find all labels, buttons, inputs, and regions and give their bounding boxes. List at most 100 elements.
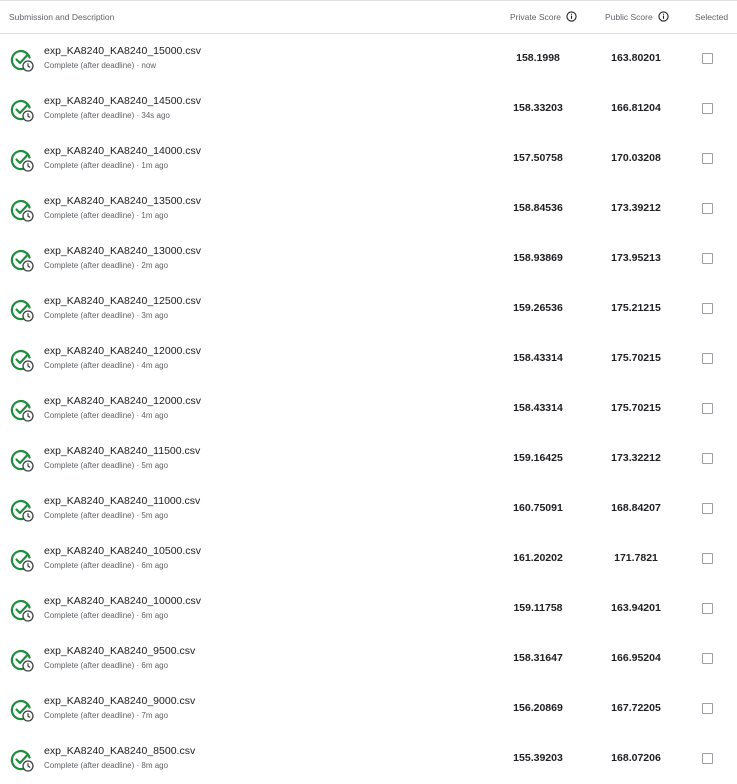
table-row[interactable]: exp_KA8240_KA8240_12000.csv Complete (aft… [0, 384, 737, 434]
selected-checkbox[interactable] [702, 653, 713, 664]
table-row[interactable]: exp_KA8240_KA8240_12000.csv Complete (aft… [0, 334, 737, 384]
submission-name[interactable]: exp_KA8240_KA8240_15000.csv [44, 45, 201, 57]
selected-checkbox[interactable] [702, 453, 713, 464]
private-score: 160.75091 [513, 502, 563, 514]
public-score: 167.72205 [611, 702, 661, 714]
check-circle-clock-icon [10, 49, 34, 72]
check-circle-clock-icon [10, 349, 34, 372]
check-circle-clock-icon [10, 399, 34, 422]
table-row[interactable]: exp_KA8240_KA8240_11500.csv Complete (aft… [0, 434, 737, 484]
private-score: 157.50758 [513, 152, 563, 164]
public-score: 168.07206 [611, 752, 661, 764]
submission-name[interactable]: exp_KA8240_KA8240_9000.csv [44, 695, 195, 707]
public-score: 173.32212 [611, 452, 661, 464]
submission-status: Complete (after deadline) · 1m ago [44, 161, 169, 170]
selected-checkbox[interactable] [702, 53, 713, 64]
submission-name[interactable]: exp_KA8240_KA8240_10500.csv [44, 545, 201, 557]
selected-checkbox[interactable] [702, 403, 713, 414]
public-score: 171.7821 [614, 552, 658, 564]
check-circle-clock-icon [10, 499, 34, 522]
public-score: 163.94201 [611, 602, 661, 614]
table-row[interactable]: exp_KA8240_KA8240_13500.csv Complete (aft… [0, 184, 737, 234]
submission-status: Complete (after deadline) · 2m ago [44, 261, 169, 270]
private-score: 159.11758 [513, 602, 563, 614]
selected-checkbox[interactable] [702, 153, 713, 164]
table-row[interactable]: exp_KA8240_KA8240_15000.csv Complete (aft… [0, 34, 737, 84]
submission-name[interactable]: exp_KA8240_KA8240_12000.csv [44, 395, 201, 407]
submission-status: Complete (after deadline) · 3m ago [44, 311, 169, 320]
private-score: 158.33203 [513, 102, 563, 114]
submission-name[interactable]: exp_KA8240_KA8240_8500.csv [44, 745, 195, 757]
private-score: 158.1998 [516, 52, 560, 64]
selected-checkbox[interactable] [702, 353, 713, 364]
info-icon[interactable] [658, 11, 669, 22]
private-score: 158.43314 [513, 352, 563, 364]
public-score: 173.39212 [611, 202, 661, 214]
selected-checkbox[interactable] [702, 303, 713, 314]
check-circle-clock-icon [10, 149, 34, 172]
submission-name[interactable]: exp_KA8240_KA8240_12500.csv [44, 295, 201, 307]
submission-name[interactable]: exp_KA8240_KA8240_12000.csv [44, 345, 201, 357]
table-row[interactable]: exp_KA8240_KA8240_12500.csv Complete (aft… [0, 284, 737, 334]
private-score: 158.43314 [513, 402, 563, 414]
public-score: 166.81204 [611, 102, 661, 114]
header-description: Submission and Description [9, 12, 115, 22]
info-icon[interactable] [566, 11, 577, 22]
public-score: 175.70215 [611, 402, 661, 414]
submission-name[interactable]: exp_KA8240_KA8240_11500.csv [44, 445, 200, 457]
submission-status: Complete (after deadline) · 1m ago [44, 211, 169, 220]
selected-checkbox[interactable] [702, 703, 713, 714]
selected-checkbox[interactable] [702, 203, 713, 214]
private-score: 158.31647 [513, 652, 563, 664]
private-score: 158.93869 [513, 252, 563, 264]
submission-name[interactable]: exp_KA8240_KA8240_10000.csv [44, 595, 201, 607]
public-score: 170.03208 [611, 152, 661, 164]
table-header: Submission and Description Private Score… [0, 0, 737, 34]
submission-name[interactable]: exp_KA8240_KA8240_13000.csv [44, 245, 201, 257]
table-row[interactable]: exp_KA8240_KA8240_11000.csv Complete (aft… [0, 484, 737, 534]
submission-status: Complete (after deadline) · 6m ago [44, 661, 169, 670]
private-score: 159.26536 [513, 302, 563, 314]
submission-status: Complete (after deadline) · 5m ago [44, 511, 169, 520]
selected-checkbox[interactable] [702, 103, 713, 114]
table-row[interactable]: exp_KA8240_KA8240_9000.csv Complete (afte… [0, 684, 737, 734]
selected-checkbox[interactable] [702, 753, 713, 764]
header-public-score: Public Score [605, 11, 669, 22]
check-circle-clock-icon [10, 99, 34, 122]
submission-name[interactable]: exp_KA8240_KA8240_13500.csv [44, 195, 201, 207]
submission-status: Complete (after deadline) · 7m ago [44, 711, 169, 720]
submission-status: Complete (after deadline) · now [44, 61, 157, 70]
header-selected: Selected [695, 12, 729, 22]
public-score: 175.21215 [611, 302, 661, 314]
selected-checkbox[interactable] [702, 253, 713, 264]
submission-status: Complete (after deadline) · 8m ago [44, 761, 169, 770]
submission-status: Complete (after deadline) · 5m ago [44, 461, 169, 470]
private-score: 159.16425 [513, 452, 563, 464]
header-public-score-label: Public Score [605, 11, 653, 22]
public-score: 166.95204 [611, 652, 661, 664]
private-score: 158.84536 [513, 202, 563, 214]
submission-status: Complete (after deadline) · 6m ago [44, 561, 169, 570]
table-row[interactable]: exp_KA8240_KA8240_10000.csv Complete (aft… [0, 584, 737, 634]
submission-name[interactable]: exp_KA8240_KA8240_9500.csv [44, 645, 195, 657]
table-row[interactable]: exp_KA8240_KA8240_13000.csv Complete (aft… [0, 234, 737, 284]
check-circle-clock-icon [10, 599, 34, 622]
submission-name[interactable]: exp_KA8240_KA8240_11000.csv [44, 495, 200, 507]
submission-status: Complete (after deadline) · 4m ago [44, 411, 169, 420]
public-score: 168.84207 [611, 502, 661, 514]
table-row[interactable]: exp_KA8240_KA8240_8500.csv Complete (afte… [0, 734, 737, 784]
check-circle-clock-icon [10, 299, 34, 322]
check-circle-clock-icon [10, 699, 34, 722]
selected-checkbox[interactable] [702, 553, 713, 564]
table-row[interactable]: exp_KA8240_KA8240_9500.csv Complete (afte… [0, 634, 737, 684]
table-row[interactable]: exp_KA8240_KA8240_14500.csv Complete (aft… [0, 84, 737, 134]
table-row[interactable]: exp_KA8240_KA8240_10500.csv Complete (aft… [0, 534, 737, 584]
submission-name[interactable]: exp_KA8240_KA8240_14500.csv [44, 95, 201, 107]
selected-checkbox[interactable] [702, 503, 713, 514]
table-row[interactable]: exp_KA8240_KA8240_14000.csv Complete (aft… [0, 134, 737, 184]
public-score: 173.95213 [611, 252, 661, 264]
public-score: 175.70215 [611, 352, 661, 364]
private-score: 155.39203 [513, 752, 563, 764]
submission-name[interactable]: exp_KA8240_KA8240_14000.csv [44, 145, 201, 157]
selected-checkbox[interactable] [702, 603, 713, 614]
